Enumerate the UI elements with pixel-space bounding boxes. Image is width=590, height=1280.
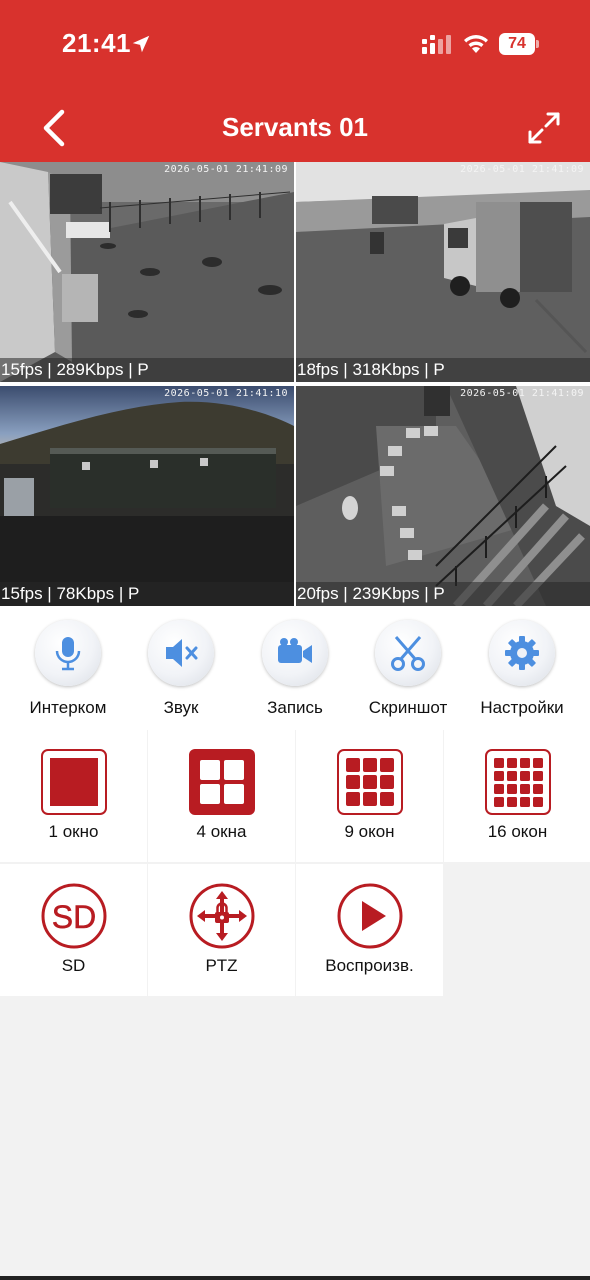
camera-timestamp: 2026-05-01 21:41:10 xyxy=(164,388,288,399)
layout-4-label: 4 окна xyxy=(196,822,247,841)
layout-9-windows-button[interactable]: 9 окон xyxy=(296,730,443,862)
playback-label: Воспроизв. xyxy=(325,956,414,975)
video-camera-icon xyxy=(278,638,312,663)
grid-9-icon xyxy=(337,749,403,815)
home-indicator xyxy=(0,1276,590,1280)
playback-button[interactable]: Воспроизв. xyxy=(296,864,443,996)
action-bar: Интерком Звук Запись Скриншот Настройки xyxy=(0,606,590,730)
camera-view-1[interactable]: 2026-05-01 21:41:09 15fps | 289Kbps | P xyxy=(0,162,294,382)
play-icon xyxy=(337,883,403,949)
screenshot-button-circle[interactable] xyxy=(375,620,441,686)
page-title: Servants 01 xyxy=(222,112,368,142)
layout-16-label: 16 окон xyxy=(487,822,548,841)
camera-grid: 2026-05-01 21:41:09 15fps | 289Kbps | P … xyxy=(0,162,590,606)
battery-level: 74 xyxy=(499,33,535,55)
battery-indicator: 74 xyxy=(499,33,539,55)
camera-stats: 15fps | 78Kbps | P xyxy=(0,582,294,606)
layout-4-windows-button[interactable]: 4 окна xyxy=(148,730,295,862)
status-time: 21:41 xyxy=(62,28,131,58)
camera-feed-image xyxy=(296,162,590,382)
layout-9-label: 9 окон xyxy=(344,822,395,841)
sound-button[interactable]: Звук xyxy=(122,620,240,718)
wifi-icon xyxy=(464,35,488,53)
speaker-muted-icon xyxy=(166,639,198,667)
camera-feed-image xyxy=(296,386,590,606)
camera-feed-image xyxy=(0,386,294,606)
intercom-label: Интерком xyxy=(29,698,107,717)
intercom-button[interactable]: Интерком xyxy=(9,620,127,718)
record-button[interactable]: Запись xyxy=(236,620,354,718)
camera-timestamp: 2026-05-01 21:41:09 xyxy=(164,164,288,175)
screenshot-label: Скриншот xyxy=(368,698,448,717)
ptz-icon xyxy=(189,883,255,949)
sound-button-circle[interactable] xyxy=(148,620,214,686)
layout-16-windows-button[interactable]: 16 окон xyxy=(444,730,590,862)
battery-tip xyxy=(536,40,539,48)
grid-1-icon xyxy=(41,749,107,815)
sd-card-button[interactable]: SD SD xyxy=(0,864,147,996)
camera-stats: 15fps | 289Kbps | P xyxy=(0,358,294,382)
settings-button[interactable]: Настройки xyxy=(463,620,581,718)
app-header: 21:41 74 Servants 01 xyxy=(0,0,590,162)
sd-label: SD xyxy=(61,956,86,975)
grid-16-icon xyxy=(485,749,551,815)
camera-feed-image xyxy=(0,162,294,382)
location-arrow-icon xyxy=(132,35,150,53)
record-label: Запись xyxy=(267,698,323,717)
svg-text:SD: SD xyxy=(52,899,96,935)
gear-icon xyxy=(505,636,539,670)
camera-view-2[interactable]: 2026-05-01 21:41:09 18fps | 318Kbps | P xyxy=(296,162,590,382)
camera-view-3[interactable]: 2026-05-01 21:41:10 15fps | 78Kbps | P xyxy=(0,386,294,606)
grid-4-icon xyxy=(189,749,255,815)
cellular-signal-icon xyxy=(422,35,451,54)
settings-label: Настройки xyxy=(480,698,564,717)
sd-card-icon: SD xyxy=(41,883,107,949)
camera-stats: 20fps | 239Kbps | P xyxy=(296,582,590,606)
sound-label: Звук xyxy=(163,698,199,717)
scissors-icon xyxy=(391,636,425,671)
screenshot-button[interactable]: Скриншот xyxy=(349,620,467,718)
ptz-button[interactable]: PTZ xyxy=(148,864,295,996)
camera-timestamp: 2026-05-01 21:41:09 xyxy=(460,164,584,175)
fullscreen-expand-icon[interactable] xyxy=(526,110,562,146)
layout-1-label: 1 окно xyxy=(48,822,99,841)
layout-1-window-button[interactable]: 1 окно xyxy=(0,730,147,862)
camera-stats: 18fps | 318Kbps | P xyxy=(296,358,590,382)
microphone-icon xyxy=(55,637,81,671)
settings-button-circle[interactable] xyxy=(489,620,555,686)
ptz-label: PTZ xyxy=(205,956,238,975)
camera-view-4[interactable]: 2026-05-01 21:41:09 20fps | 239Kbps | P xyxy=(296,386,590,606)
camera-timestamp: 2026-05-01 21:41:09 xyxy=(460,388,584,399)
record-button-circle[interactable] xyxy=(262,620,328,686)
intercom-button-circle[interactable] xyxy=(35,620,101,686)
